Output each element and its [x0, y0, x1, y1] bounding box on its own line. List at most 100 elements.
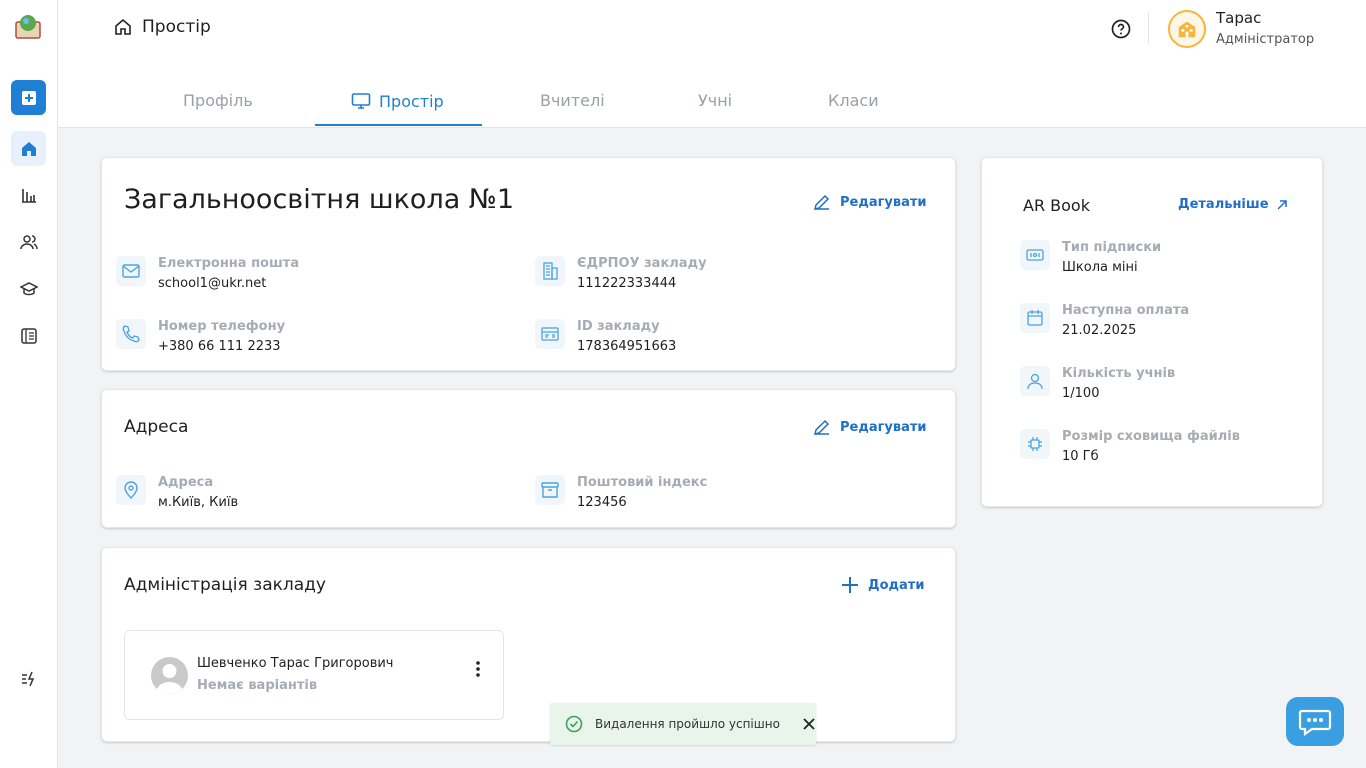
zip-value: 123456 — [577, 495, 627, 510]
success-toast: Видалення пройшло успішно — [550, 703, 816, 745]
school-id-value: 178364951663 — [577, 339, 677, 354]
tab-students[interactable]: Учні — [698, 91, 732, 110]
address-field: Адреса м.Київ, Київ — [116, 475, 238, 510]
archive-box-icon — [535, 475, 565, 505]
email-value: school1@ukr.net — [158, 276, 267, 291]
students-count-field: Кількість учнів 1/100 — [1020, 366, 1175, 401]
sidebar-item-journal[interactable] — [11, 318, 46, 353]
breadcrumb[interactable]: Простір — [114, 17, 211, 37]
pencil-icon — [813, 419, 830, 436]
bar-chart-icon — [21, 188, 36, 203]
arrow-up-right-icon — [1276, 199, 1287, 210]
address-title: Адреса — [124, 417, 189, 437]
subscription-type-field: Тип підписки Школа міні — [1020, 240, 1161, 275]
calendar-icon — [1020, 303, 1050, 333]
tab-classes[interactable]: Класи — [828, 91, 879, 110]
next-payment-label: Наступна оплата — [1062, 303, 1190, 318]
tab-profile-label: Профіль — [183, 91, 253, 110]
id-card-icon — [535, 319, 565, 349]
subscription-type-label: Тип підписки — [1062, 240, 1162, 255]
admin-role: Немає варіантів — [197, 678, 318, 693]
next-payment-value: 21.02.2025 — [1062, 323, 1137, 338]
add-admin-label: Додати — [868, 577, 925, 593]
tab-students-label: Учні — [698, 91, 733, 110]
avatar[interactable] — [1168, 10, 1206, 48]
graduation-cap-icon — [19, 281, 38, 295]
edit-school-button[interactable]: Редагувати — [812, 192, 927, 212]
school-info-card: Загальноосвітня школа №1 Редагувати Елек… — [101, 157, 956, 371]
admin-avatar — [151, 657, 188, 694]
lightning-list-icon — [21, 671, 34, 686]
plus-icon — [842, 577, 858, 593]
help-icon[interactable] — [1111, 19, 1131, 39]
address-card: Адреса Редагувати Адреса м.Київ, Київ Пош… — [101, 389, 956, 528]
zip-field: Поштовий індекс 123456 — [535, 475, 707, 510]
user-icon — [1020, 366, 1050, 396]
admin-name: Шевченко Тарас Григорович — [197, 656, 394, 671]
tab-classes-label: Класи — [828, 91, 879, 110]
app-logo[interactable] — [14, 12, 42, 40]
storage-field: Розмір сховища файлів 10 Гб — [1020, 429, 1240, 464]
home-icon — [21, 141, 36, 156]
close-icon[interactable] — [803, 718, 815, 730]
sidebar-item-home[interactable] — [11, 131, 46, 166]
toast-message: Видалення пройшло успішно — [595, 717, 780, 731]
tab-teachers[interactable]: Вчителі — [540, 91, 605, 110]
details-link[interactable]: Детальніше — [1178, 197, 1289, 212]
tab-bar: Профіль Простір Вчителі Учні Класи — [58, 78, 1366, 128]
ticket-icon — [1020, 240, 1050, 270]
breadcrumb-label: Простір — [142, 17, 211, 37]
user-name[interactable]: Тарас — [1216, 9, 1261, 27]
location-pin-icon — [116, 475, 146, 505]
add-admin-button[interactable]: Додати — [840, 575, 924, 595]
header-divider — [1148, 12, 1149, 44]
chat-button[interactable] — [1286, 697, 1344, 746]
edit-address-button[interactable]: Редагувати — [812, 417, 927, 437]
add-button[interactable] — [11, 80, 46, 115]
monitor-icon — [351, 93, 371, 109]
address-label: Адреса — [158, 475, 214, 490]
more-vertical-icon[interactable] — [475, 660, 481, 678]
school-building-icon — [1178, 21, 1196, 38]
subscription-type-value: Школа міні — [1062, 260, 1138, 275]
students-count-label: Кількість учнів — [1062, 366, 1176, 381]
phone-value: +380 66 111 2233 — [158, 339, 281, 354]
email-label: Електронна пошта — [158, 256, 300, 271]
users-icon — [19, 234, 38, 249]
phone-field: Номер телефону +380 66 111 2233 — [116, 319, 285, 354]
chat-bubble-icon — [1298, 709, 1332, 736]
admin-list-item[interactable]: Шевченко Тарас Григорович Немає варіанті… — [124, 630, 504, 720]
edrpou-value: 111222333444 — [577, 276, 677, 291]
address-value: м.Київ, Київ — [158, 495, 239, 510]
chip-icon — [1020, 429, 1050, 459]
edit-address-label: Редагувати — [840, 419, 927, 435]
email-field: Електронна пошта school1@ukr.net — [116, 256, 299, 291]
home-outline-icon — [115, 18, 131, 35]
building-icon — [535, 256, 565, 286]
storage-label: Розмір сховища файлів — [1062, 429, 1240, 444]
sidebar — [0, 0, 58, 768]
check-circle-icon — [565, 715, 583, 733]
phone-icon — [116, 319, 146, 349]
phone-label: Номер телефону — [158, 319, 286, 334]
active-tab-indicator — [315, 124, 482, 126]
plus-square-icon — [21, 90, 36, 105]
zip-label: Поштовий індекс — [577, 475, 708, 490]
edrpou-label: ЄДРПОУ закладу — [577, 256, 707, 271]
tab-profile[interactable]: Профіль — [183, 91, 253, 110]
details-label: Детальніше — [1178, 197, 1269, 212]
edrpou-field: ЄДРПОУ закладу 111222333444 — [535, 256, 707, 291]
students-count-value: 1/100 — [1062, 386, 1100, 401]
school-title: Загальноосвітня школа №1 — [124, 184, 515, 215]
storage-value: 10 Гб — [1062, 449, 1099, 464]
sidebar-item-quick[interactable] — [11, 661, 46, 696]
mail-icon — [116, 256, 146, 286]
sidebar-item-users[interactable] — [11, 224, 46, 259]
sidebar-item-analytics[interactable] — [11, 177, 46, 212]
sidebar-item-education[interactable] — [11, 271, 46, 306]
tab-space[interactable]: Простір — [351, 91, 444, 111]
pencil-icon — [813, 194, 830, 211]
next-payment-field: Наступна оплата 21.02.2025 — [1020, 303, 1189, 338]
tab-space-label: Простір — [379, 91, 444, 111]
subscription-title: AR Book — [1023, 196, 1090, 215]
